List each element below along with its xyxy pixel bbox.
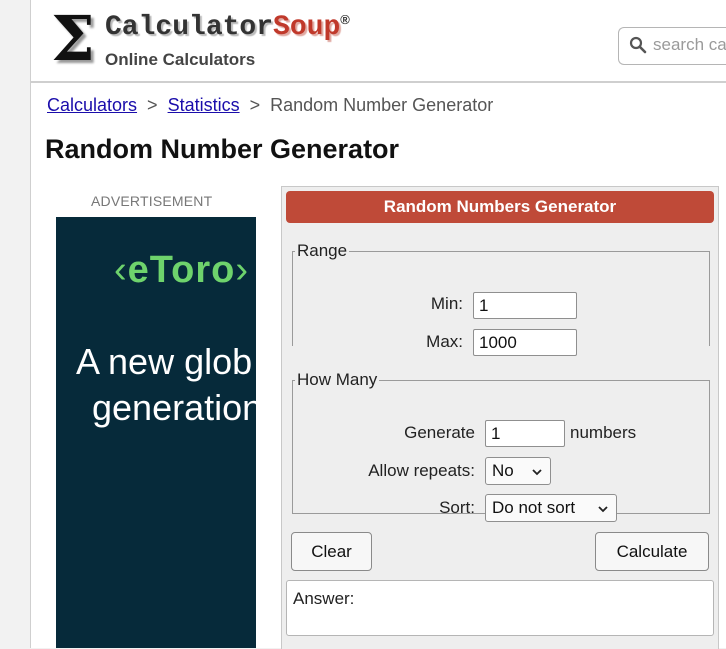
breadcrumb-separator: > bbox=[147, 95, 158, 115]
advertisement-banner[interactable]: ‹eToro› A new glob generation bbox=[56, 217, 256, 648]
max-input[interactable] bbox=[473, 329, 577, 356]
ad-text-line2: generation bbox=[92, 387, 256, 428]
how-many-fieldset: How Many Generate numbers Allow repeats:… bbox=[292, 370, 710, 522]
breadcrumb-separator: > bbox=[249, 95, 261, 115]
min-input[interactable] bbox=[473, 292, 577, 319]
calculator-panel: Random Numbers Generator Range Min: Max:… bbox=[281, 186, 719, 649]
sort-value: Do not sort bbox=[492, 498, 576, 517]
how-many-legend: How Many bbox=[297, 370, 378, 389]
breadcrumb-current: Random Number Generator bbox=[270, 95, 494, 115]
allow-repeats-value: No bbox=[492, 461, 514, 480]
advertisement-label: ADVERTISEMENT bbox=[91, 193, 213, 209]
chevron-down-icon bbox=[532, 469, 542, 476]
search-box[interactable] bbox=[618, 27, 726, 65]
allow-repeats-label: Allow repeats: bbox=[368, 461, 475, 480]
sigma-logo-icon[interactable]: Σ bbox=[51, 6, 95, 72]
answer-label: Answer: bbox=[293, 589, 355, 608]
breadcrumb-statistics-link[interactable]: Statistics bbox=[168, 95, 240, 115]
answer-box: Answer: bbox=[286, 580, 714, 636]
advertisement-text: A new glob generation bbox=[76, 339, 256, 431]
range-fieldset: Range Min: Max: bbox=[292, 241, 710, 356]
chevron-down-icon bbox=[598, 506, 608, 513]
etoro-brand-text: eToro bbox=[127, 249, 236, 291]
min-label: Min: bbox=[430, 294, 463, 313]
clear-button[interactable]: Clear bbox=[291, 532, 372, 571]
calculator-title: Random Numbers Generator bbox=[286, 191, 714, 223]
registered-mark: ® bbox=[340, 12, 350, 27]
etoro-logo: ‹eToro› bbox=[114, 249, 250, 291]
site-header: Σ CalculatorSoup® Online Calculators bbox=[31, 0, 726, 83]
sort-select[interactable]: Do not sort bbox=[485, 494, 617, 522]
search-input[interactable] bbox=[653, 28, 726, 62]
page-title: Random Number Generator bbox=[45, 134, 400, 164]
site-logo[interactable]: CalculatorSoup® bbox=[105, 12, 350, 43]
logo-subtitle: Online Calculators bbox=[105, 50, 256, 69]
ad-text-line1: A new glob bbox=[76, 341, 253, 382]
breadcrumb-calculators-link[interactable]: Calculators bbox=[47, 95, 137, 115]
calculate-button[interactable]: Calculate bbox=[595, 532, 709, 571]
max-label: Max: bbox=[426, 332, 463, 351]
breadcrumb: Calculators > Statistics > Random Number Gen… bbox=[47, 95, 493, 116]
logo-calculator-text: Calculator bbox=[105, 12, 274, 43]
logo-soup-text: Soup bbox=[273, 12, 341, 43]
range-legend: Range bbox=[297, 241, 348, 260]
generate-count-input[interactable] bbox=[485, 420, 565, 447]
sort-label: Sort: bbox=[439, 498, 475, 517]
page: Σ CalculatorSoup® Online Calculators Cal… bbox=[30, 0, 726, 649]
allow-repeats-select[interactable]: No bbox=[485, 457, 551, 485]
numbers-suffix: numbers bbox=[570, 423, 637, 442]
generate-label: Generate bbox=[404, 423, 475, 442]
search-icon bbox=[629, 36, 647, 54]
